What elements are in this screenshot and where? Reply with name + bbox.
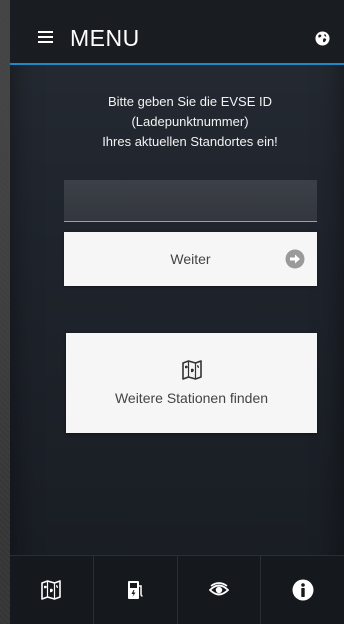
find-stations-label: Weitere Stationen finden <box>114 390 269 406</box>
instruction-line: (Ladepunktnummer) <box>131 114 249 129</box>
nav-item-map[interactable] <box>10 556 94 624</box>
weiter-label: Weiter <box>170 251 211 267</box>
menu-label[interactable]: MENU <box>70 25 140 52</box>
hamburger-icon[interactable] <box>38 31 53 43</box>
nav-item-eye[interactable] <box>178 556 262 624</box>
device-frame: MENU Bitte geben Sie die EVSE ID (Ladepu… <box>0 0 344 624</box>
nav-item-charging[interactable] <box>94 556 178 624</box>
map-icon <box>41 580 62 600</box>
eye-icon <box>208 582 229 596</box>
map-icon <box>181 360 202 380</box>
globe-icon[interactable] <box>315 31 330 46</box>
header-bar: MENU <box>10 0 344 65</box>
find-stations-button[interactable]: Weitere Stationen finden <box>66 333 317 433</box>
charging-station-icon <box>128 581 143 599</box>
info-icon <box>292 579 314 601</box>
nav-item-info[interactable] <box>261 556 344 624</box>
instruction-line: Bitte geben Sie die EVSE ID <box>107 94 273 109</box>
bottom-nav <box>10 555 344 624</box>
arrow-right-circle-icon <box>285 249 305 269</box>
weiter-button[interactable]: Weiter <box>64 232 317 286</box>
instruction-text: Bitte geben Sie die EVSE ID (Ladepunktnu… <box>60 92 320 152</box>
app-screen: MENU Bitte geben Sie die EVSE ID (Ladepu… <box>10 0 344 624</box>
evse-id-input[interactable] <box>64 180 317 222</box>
instruction-line: Ihres aktuellen Standortes ein! <box>102 134 278 149</box>
